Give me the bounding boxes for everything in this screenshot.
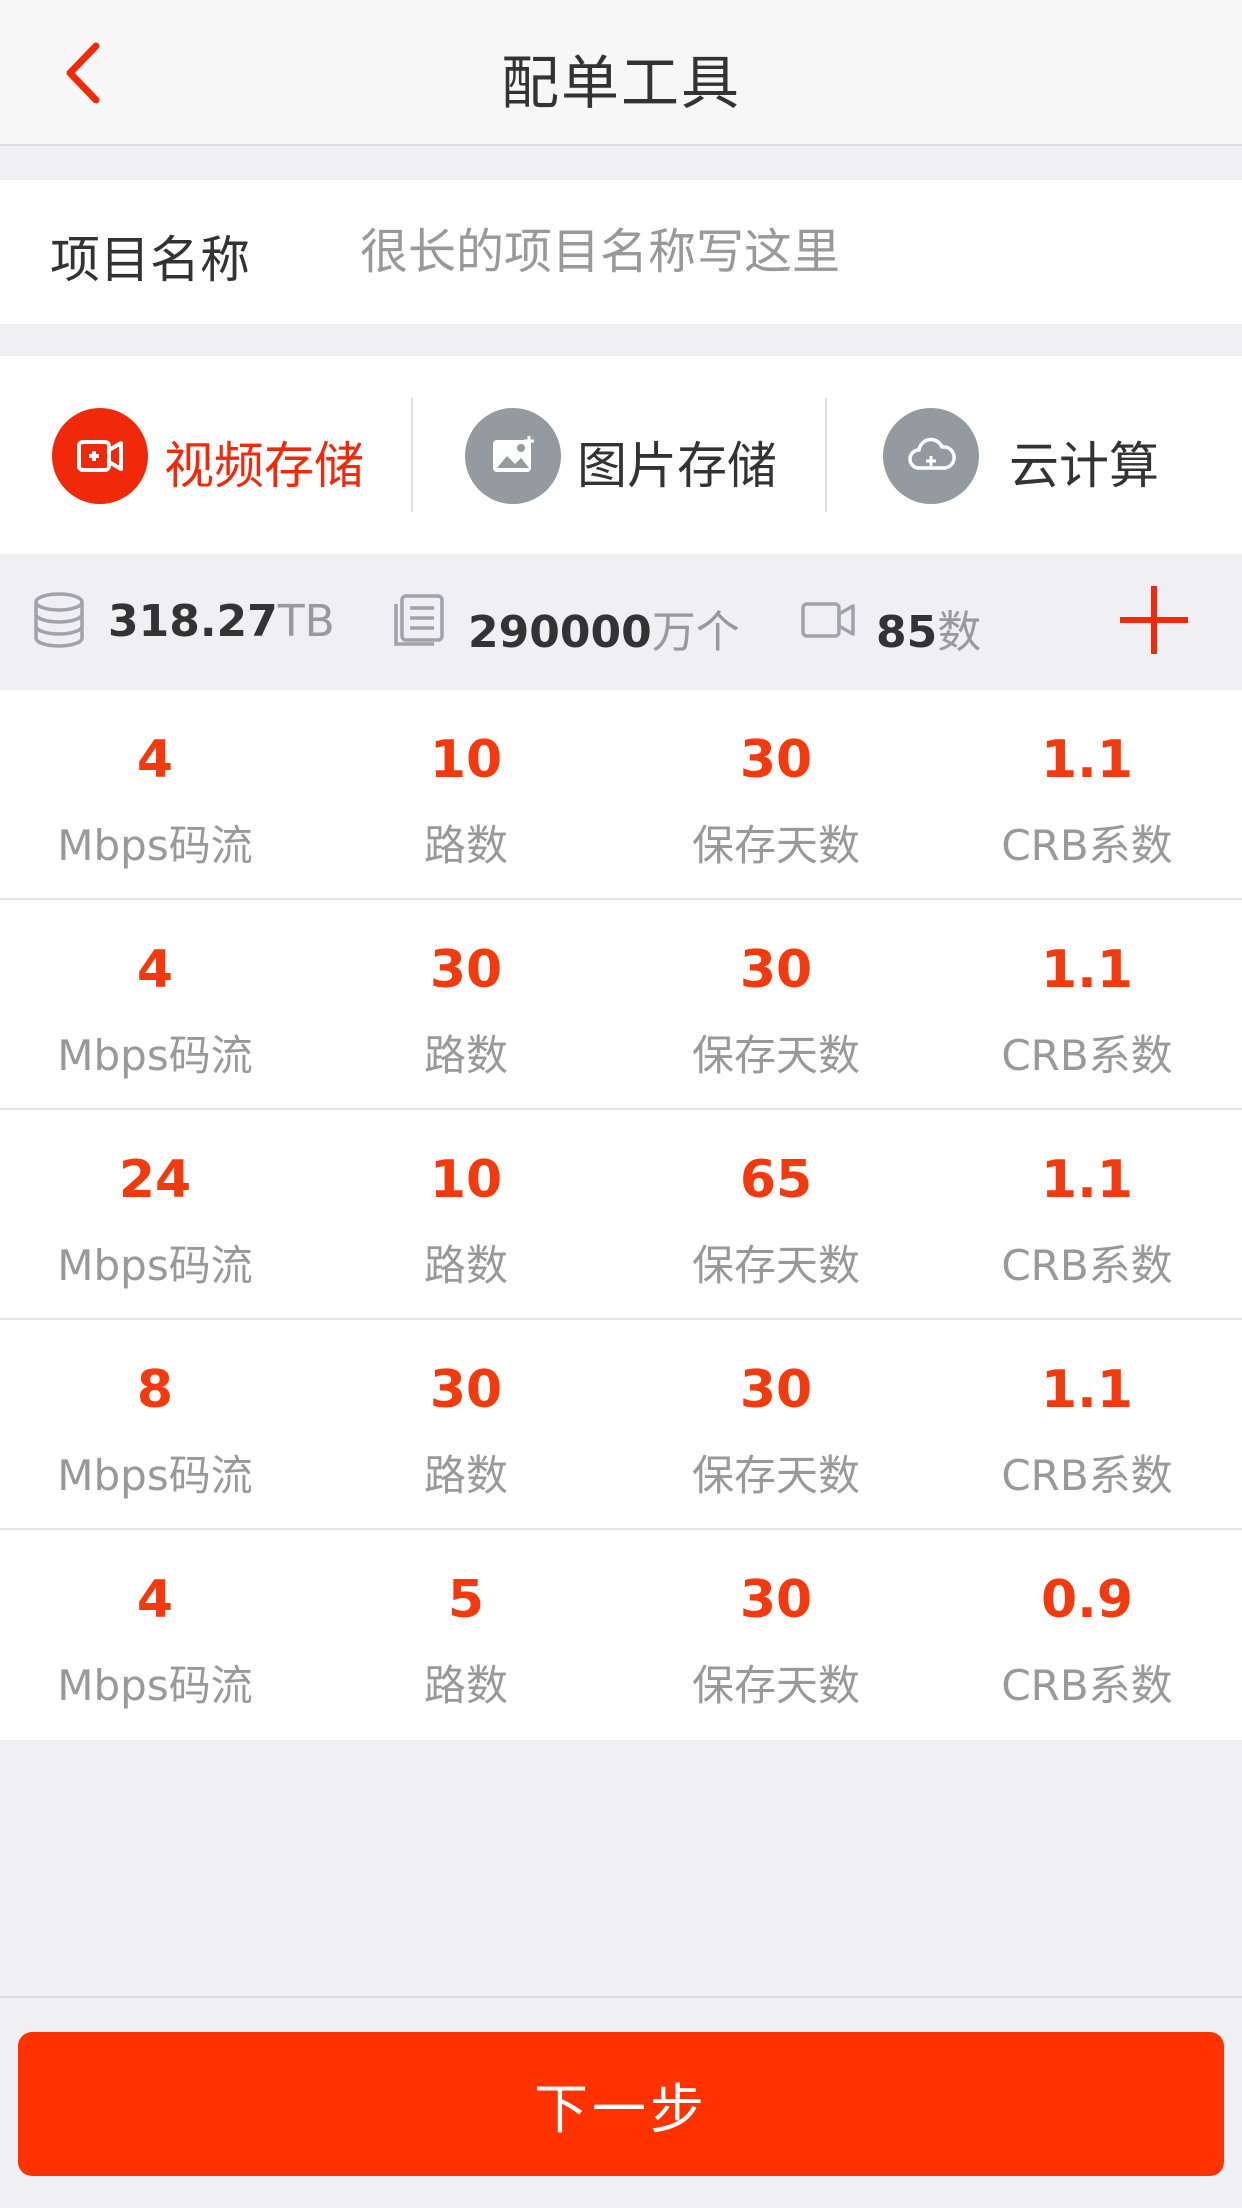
days-cell[interactable]: 30 保存天数 xyxy=(621,900,931,1110)
crb-cell[interactable]: 1.1 CRB系数 xyxy=(932,1110,1242,1320)
bitrate-value: 4 xyxy=(136,1570,174,1630)
bitrate-value: 8 xyxy=(136,1360,174,1420)
crb-cell[interactable]: 1.1 CRB系数 xyxy=(932,690,1242,900)
channels-label: 路数 xyxy=(423,821,508,870)
days-value: 30 xyxy=(739,1570,813,1630)
days-cell[interactable]: 30 保存天数 xyxy=(621,690,931,900)
channels-label: 路数 xyxy=(423,1451,508,1500)
crb-value: 0.9 xyxy=(1040,1570,1134,1630)
page-title: 配单工具 xyxy=(500,49,741,117)
crb-cell[interactable]: 0.9 CRB系数 xyxy=(932,1530,1242,1740)
bitrate-label: Mbps码流 xyxy=(57,1031,253,1080)
config-row[interactable]: 4 Mbps码流 10 路数 30 保存天数 1.1 CRB系数 xyxy=(0,690,1242,900)
video-icon xyxy=(52,408,148,504)
days-value: 30 xyxy=(739,940,813,1000)
crb-label: CRB系数 xyxy=(1001,821,1173,870)
tab-cloud-computing[interactable]: 云计算 xyxy=(827,356,1242,554)
add-row-button[interactable] xyxy=(1118,584,1190,656)
channels-cell[interactable]: 10 路数 xyxy=(311,690,621,900)
footer: 下一步 xyxy=(0,1996,1242,2208)
bitrate-cell[interactable]: 8 Mbps码流 xyxy=(0,1320,310,1530)
channels-cell[interactable]: 30 路数 xyxy=(311,1320,621,1530)
cameras-unit: 数 xyxy=(937,607,982,658)
tab-video-storage[interactable]: 视频存储 xyxy=(0,356,412,554)
cloud-icon xyxy=(883,408,979,504)
crb-label: CRB系数 xyxy=(1001,1031,1173,1080)
bitrate-value: 4 xyxy=(136,730,174,790)
crb-value: 1.1 xyxy=(1040,1150,1134,1210)
channels-value: 30 xyxy=(429,1360,503,1420)
category-tabs: 视频存储 图片存储 云计算 xyxy=(0,356,1242,554)
days-label: 保存天数 xyxy=(691,1451,860,1500)
days-cell[interactable]: 65 保存天数 xyxy=(621,1110,931,1320)
channels-value: 10 xyxy=(429,1150,503,1210)
crb-label: CRB系数 xyxy=(1001,1241,1173,1290)
crb-cell[interactable]: 1.1 CRB系数 xyxy=(932,1320,1242,1530)
project-name-input[interactable] xyxy=(360,210,1200,294)
days-cell[interactable]: 30 保存天数 xyxy=(621,1530,931,1740)
days-label: 保存天数 xyxy=(691,1241,860,1290)
navbar: 配单工具 xyxy=(0,0,1242,146)
tab-image-storage[interactable]: 图片存储 xyxy=(413,356,825,554)
config-row[interactable]: 8 Mbps码流 30 路数 30 保存天数 1.1 CRB系数 xyxy=(0,1320,1242,1530)
bitrate-cell[interactable]: 4 Mbps码流 xyxy=(0,690,310,900)
config-list: 4 Mbps码流 10 路数 30 保存天数 1.1 CRB系数 4 Mbps码… xyxy=(0,690,1242,1740)
tab-cloud-computing-label: 云计算 xyxy=(1009,437,1159,495)
bitrate-label: Mbps码流 xyxy=(57,1451,253,1500)
project-name-row: 项目名称 xyxy=(0,180,1242,324)
crb-value: 1.1 xyxy=(1040,940,1134,1000)
days-value: 30 xyxy=(739,1360,813,1420)
days-value: 30 xyxy=(739,730,813,790)
crb-label: CRB系数 xyxy=(1001,1661,1173,1710)
next-step-button[interactable]: 下一步 xyxy=(18,2032,1224,2176)
crb-cell[interactable]: 1.1 CRB系数 xyxy=(932,900,1242,1110)
storage-unit: TB xyxy=(277,596,335,647)
channels-value: 10 xyxy=(429,730,503,790)
plus-icon xyxy=(1120,586,1188,654)
crb-value: 1.1 xyxy=(1040,730,1134,790)
image-icon xyxy=(465,408,561,504)
days-label: 保存天数 xyxy=(691,1661,860,1710)
channels-label: 路数 xyxy=(423,1031,508,1080)
config-row[interactable]: 24 Mbps码流 10 路数 65 保存天数 1.1 CRB系数 xyxy=(0,1110,1242,1320)
bitrate-label: Mbps码流 xyxy=(57,1241,253,1290)
project-name-label: 项目名称 xyxy=(50,231,250,289)
channels-label: 路数 xyxy=(423,1661,508,1710)
files-unit: 万个 xyxy=(651,607,740,658)
bitrate-label: Mbps码流 xyxy=(57,821,253,870)
bitrate-value: 4 xyxy=(136,940,174,1000)
storage-value: 318.27 xyxy=(108,596,278,647)
bitrate-label: Mbps码流 xyxy=(57,1661,253,1710)
days-label: 保存天数 xyxy=(691,821,860,870)
channels-cell[interactable]: 30 路数 xyxy=(311,900,621,1110)
document-icon xyxy=(394,594,444,646)
crb-value: 1.1 xyxy=(1040,1360,1134,1420)
channels-cell[interactable]: 5 路数 xyxy=(311,1530,621,1740)
database-icon xyxy=(34,592,84,648)
app-root: 配单工具 项目名称 视频存储 xyxy=(0,0,1242,2208)
bitrate-cell[interactable]: 4 Mbps码流 xyxy=(0,900,310,1110)
days-value: 65 xyxy=(739,1150,813,1210)
channels-value: 30 xyxy=(429,940,503,1000)
bitrate-cell[interactable]: 4 Mbps码流 xyxy=(0,1530,310,1740)
camera-icon xyxy=(801,602,855,638)
summary-bar: 318.27TB 290000万个 85数 xyxy=(0,554,1242,690)
files-value: 290000 xyxy=(468,607,652,658)
config-row[interactable]: 4 Mbps码流 5 路数 30 保存天数 0.9 CRB系数 xyxy=(0,1530,1242,1740)
cameras-value: 85 xyxy=(876,607,938,658)
crb-label: CRB系数 xyxy=(1001,1451,1173,1500)
days-cell[interactable]: 30 保存天数 xyxy=(621,1320,931,1530)
tab-video-storage-label: 视频存储 xyxy=(164,437,364,495)
bitrate-value: 24 xyxy=(118,1150,192,1210)
config-row[interactable]: 4 Mbps码流 30 路数 30 保存天数 1.1 CRB系数 xyxy=(0,900,1242,1110)
bitrate-cell[interactable]: 24 Mbps码流 xyxy=(0,1110,310,1320)
days-label: 保存天数 xyxy=(691,1031,860,1080)
channels-label: 路数 xyxy=(423,1241,508,1290)
channels-cell[interactable]: 10 路数 xyxy=(311,1110,621,1320)
channels-value: 5 xyxy=(447,1570,485,1630)
tab-image-storage-label: 图片存储 xyxy=(577,437,777,495)
